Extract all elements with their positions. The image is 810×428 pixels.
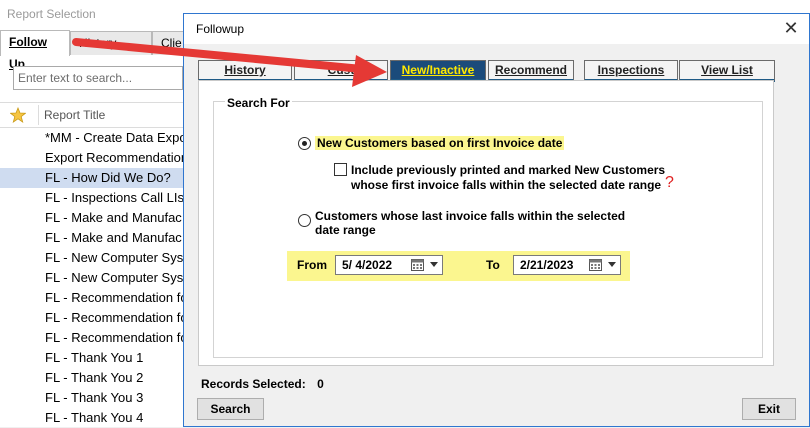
star-icon[interactable]: [10, 107, 26, 123]
report-list-item-label: FL - Thank You 2: [45, 370, 144, 385]
report-search-input[interactable]: Enter text to search...: [13, 66, 183, 90]
report-list-item[interactable]: FL - Thank You 1: [0, 348, 190, 368]
tab-new-inactive[interactable]: New/Inactive: [390, 60, 486, 82]
report-list-item-label: FL - Recommendation fo: [45, 290, 188, 305]
to-label: To: [486, 258, 500, 272]
last-invoice-line2[interactable]: date range: [315, 223, 376, 237]
report-list-item-label: FL - How Did We Do?: [45, 170, 171, 185]
exit-button[interactable]: Exit: [742, 398, 796, 420]
from-date-value: 5/ 4/2022: [342, 258, 393, 272]
records-selected: Records Selected: 0: [201, 377, 324, 391]
calendar-icon[interactable]: [589, 258, 602, 271]
report-list-item[interactable]: FL - Recommendation fo: [0, 328, 190, 348]
report-title-column[interactable]: Report Title: [44, 108, 105, 122]
close-icon[interactable]: ✕: [781, 18, 801, 38]
report-tabs: Follow Up History Clie: [0, 30, 192, 71]
report-selection-title: Report Selection: [7, 7, 96, 21]
report-list-item[interactable]: FL - Recommendation fo: [0, 308, 190, 328]
report-list-item[interactable]: FL - How Did We Do?: [0, 168, 190, 188]
date-range-row: From 5/ 4/2022 To 2/21/2023: [287, 251, 630, 281]
report-list-item-label: FL - New Computer Sys: [45, 250, 184, 265]
tab-view-list[interactable]: View List: [679, 60, 775, 82]
from-label: From: [297, 258, 327, 272]
dialog-titlebar: Followup ✕: [184, 14, 809, 44]
new-customers-radio[interactable]: [298, 137, 311, 150]
from-date-picker[interactable]: 5/ 4/2022: [335, 255, 443, 275]
last-invoice-line1[interactable]: Customers whose last invoice falls withi…: [315, 209, 625, 223]
report-list-item-label: FL - Thank You 4: [45, 410, 144, 425]
report-list-item[interactable]: FL - New Computer Sys: [0, 268, 190, 288]
include-printed-line2[interactable]: whose first invoice falls within the sel…: [351, 178, 661, 192]
tab-history[interactable]: History: [198, 60, 292, 82]
report-list-header: Report Title: [0, 102, 190, 128]
report-list-item-label: FL - Make and Manufac: [45, 230, 182, 245]
new-customers-label[interactable]: New Customers based on first Invoice dat…: [315, 136, 565, 150]
include-printed-checkbox[interactable]: [334, 163, 347, 176]
report-list-item[interactable]: FL - Thank You 2: [0, 368, 190, 388]
report-list-item-label: *MM - Create Data Expo: [45, 130, 187, 145]
report-list-item[interactable]: FL - Make and Manufac: [0, 228, 190, 248]
tab-history[interactable]: History: [70, 31, 152, 55]
tab-customers[interactable]: Cust: [294, 60, 388, 82]
report-list-item-label: FL - Recommendation fo: [45, 310, 188, 325]
column-divider: [38, 105, 39, 125]
report-list-item-label: FL - Thank You 1: [45, 350, 144, 365]
tab-follow-up[interactable]: Follow Up: [0, 30, 70, 71]
new-inactive-panel: Search For New Customers based on first …: [198, 80, 774, 366]
to-date-picker[interactable]: 2/21/2023: [513, 255, 621, 275]
report-list-item[interactable]: FL - New Computer Sys: [0, 248, 190, 268]
calendar-icon[interactable]: [411, 258, 424, 271]
report-list-item-label: Export Recommendation: [45, 150, 189, 165]
report-list-item[interactable]: FL - Thank You 3: [0, 388, 190, 408]
report-list-item[interactable]: Export Recommendation: [0, 148, 190, 168]
report-list-item-label: FL - Thank You 3: [45, 390, 144, 405]
chevron-down-icon[interactable]: [430, 262, 438, 267]
search-for-label: Search For: [225, 96, 292, 110]
report-list-item[interactable]: FL - Recommendation fo: [0, 288, 190, 308]
dialog-title: Followup: [196, 22, 245, 36]
followup-dialog: Followup ✕ History Cust New/Inactive Rec…: [183, 13, 810, 427]
report-list-item-label: FL - Inspections Call LIs: [45, 190, 184, 205]
last-invoice-radio[interactable]: [298, 214, 311, 227]
records-selected-label: Records Selected:: [201, 377, 306, 391]
help-icon[interactable]: ?: [665, 174, 674, 192]
report-list-item-label: FL - New Computer Sys: [45, 270, 184, 285]
report-list-item-label: FL - Make and Manufac: [45, 210, 182, 225]
include-printed-line1[interactable]: Include previously printed and marked Ne…: [351, 163, 665, 177]
search-button[interactable]: Search: [197, 398, 264, 420]
tab-recommend[interactable]: Recommend: [488, 60, 574, 82]
records-selected-count: 0: [317, 377, 324, 391]
report-list-item[interactable]: FL - Thank You 4: [0, 408, 190, 428]
to-date-value: 2/21/2023: [520, 258, 574, 272]
report-list-item[interactable]: *MM - Create Data Expo: [0, 128, 190, 148]
chevron-down-icon[interactable]: [608, 262, 616, 267]
report-list-item[interactable]: FL - Make and Manufac: [0, 208, 190, 228]
report-list-item-label: FL - Recommendation fo: [45, 330, 188, 345]
tab-inspections[interactable]: Inspections: [584, 60, 678, 82]
report-list-item[interactable]: FL - Inspections Call LIs: [0, 188, 190, 208]
